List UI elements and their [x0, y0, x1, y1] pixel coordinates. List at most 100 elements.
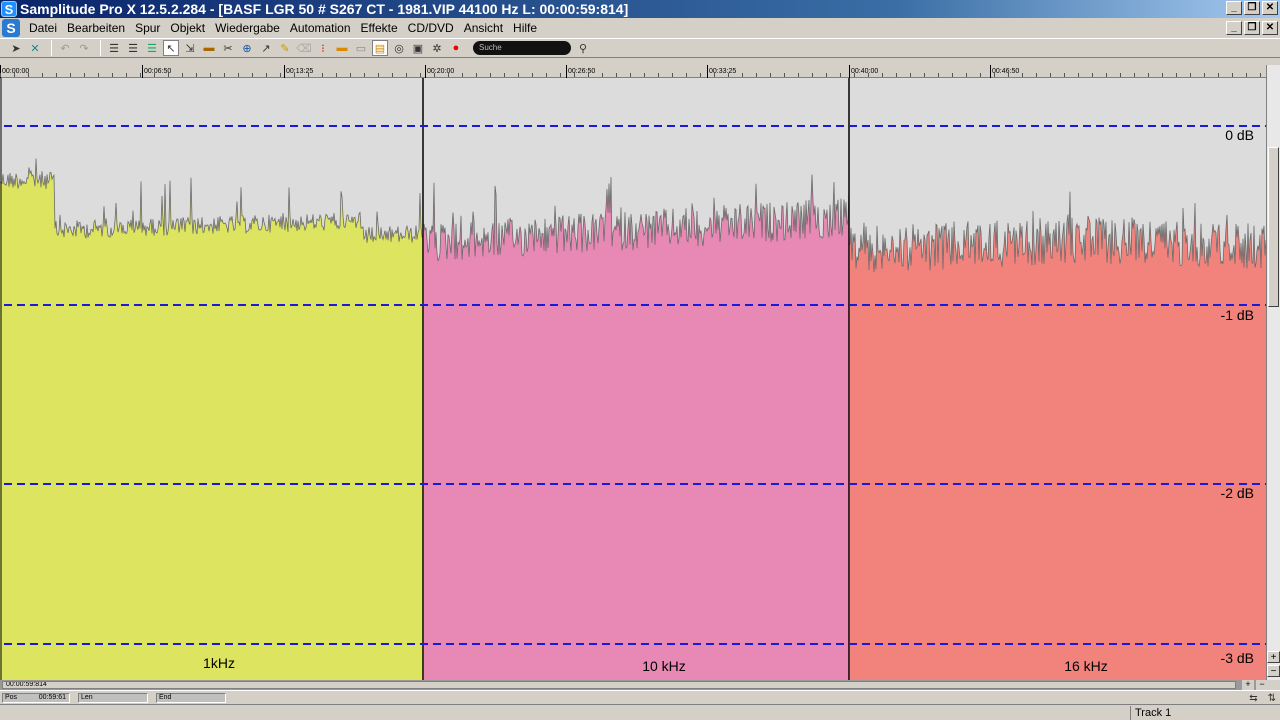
ruler-minor-tick — [224, 73, 225, 77]
select-tool-icon[interactable]: ↖ — [163, 40, 179, 56]
settings-icon[interactable]: ✲ — [429, 40, 445, 56]
segment-label-16khz: 16 kHz — [1064, 658, 1108, 674]
menu-automation[interactable]: Automation — [285, 21, 356, 35]
zoom-in-horizontal-icon[interactable]: + — [1242, 680, 1254, 690]
vertical-scroll-thumb[interactable] — [1268, 147, 1279, 307]
status-icons: ⇆ ⇅ — [1249, 693, 1276, 704]
pencil-tool-icon[interactable]: ✎ — [277, 40, 293, 56]
menu-logo-icon[interactable]: S — [2, 19, 20, 37]
crossfade-icon[interactable]: ✕ — [27, 40, 43, 56]
ruler-label: 00:33:25 — [709, 68, 737, 75]
ruler-minor-tick — [938, 73, 939, 77]
ruler-minor-tick — [1106, 73, 1107, 77]
ruler-minor-tick — [826, 73, 827, 77]
doc-minimize-icon[interactable]: _ — [1226, 21, 1242, 35]
ruler-minor-tick — [294, 73, 295, 77]
loop-icon[interactable]: ◎ — [391, 40, 407, 56]
ruler-minor-tick — [1190, 73, 1191, 77]
ruler-minor-tick — [784, 73, 785, 77]
ruler-minor-tick — [392, 73, 393, 77]
ruler-minor-tick — [378, 73, 379, 77]
pointer-icon[interactable]: ➤ — [8, 40, 24, 56]
ruler-minor-tick — [882, 73, 883, 77]
list-icon[interactable]: ☰ — [106, 40, 122, 56]
len-field[interactable]: Len — [78, 693, 148, 703]
menu-ansicht[interactable]: Ansicht — [459, 21, 508, 35]
cut-tool-icon[interactable]: ✂ — [220, 40, 236, 56]
ruler-minor-tick — [1078, 73, 1079, 77]
ruler-minor-tick — [406, 73, 407, 77]
vertical-scrollbar[interactable]: + − — [1266, 65, 1280, 680]
list-icon[interactable]: ☰ — [125, 40, 141, 56]
ruler-minor-tick — [868, 73, 869, 77]
ruler-minor-tick — [238, 73, 239, 77]
ruler-minor-tick — [210, 73, 211, 77]
ruler-minor-tick — [532, 73, 533, 77]
color-tool-icon[interactable]: ▬ — [334, 40, 350, 56]
ruler-minor-tick — [644, 73, 645, 77]
title-bar: S Samplitude Pro X 12.5.2.284 - [BASF LG… — [0, 0, 1280, 18]
ruler-minor-tick — [1260, 73, 1261, 77]
zoom-out-vertical-icon[interactable]: − — [1267, 665, 1280, 677]
ruler-minor-tick — [966, 73, 967, 77]
pos-field[interactable]: Pos 00:59:61 — [2, 693, 70, 703]
object-edit-icon[interactable]: ▤ — [372, 40, 388, 56]
ruler-minor-tick — [672, 73, 673, 77]
ruler-minor-tick — [994, 73, 995, 77]
app-logo-icon: S — [1, 1, 17, 17]
eraser-tool-icon[interactable]: ⌫ — [296, 40, 312, 56]
updown-icon[interactable]: ⇅ — [1268, 693, 1276, 704]
list-selected-icon[interactable]: ☰ — [144, 40, 160, 56]
marker-tool-icon[interactable]: ⁝ — [315, 40, 331, 56]
menu-bearbeiten[interactable]: Bearbeiten — [62, 21, 130, 35]
ruler-minor-tick — [182, 73, 183, 77]
zoom-in-vertical-icon[interactable]: + — [1267, 651, 1280, 663]
monitor-icon[interactable]: ▣ — [410, 40, 426, 56]
horizontal-scrollbar[interactable]: 00:00:59:814 — [0, 680, 1266, 690]
search-input[interactable]: Suche — [473, 41, 571, 55]
ruler-minor-tick — [28, 73, 29, 77]
ruler-minor-tick — [686, 73, 687, 77]
doc-close-icon[interactable]: ✕ — [1262, 21, 1278, 35]
ruler-minor-tick — [616, 73, 617, 77]
menu-wiedergabe[interactable]: Wiedergabe — [210, 21, 285, 35]
ruler-minor-tick — [1120, 73, 1121, 77]
ruler-minor-tick — [70, 73, 71, 77]
waveform-view[interactable]: 1kHz 10 kHz 16 kHz 0 dB -1 dB -2 dB -3 d… — [0, 78, 1266, 680]
close-icon[interactable]: ✕ — [1262, 1, 1278, 15]
doc-restore-icon[interactable]: ❐ — [1244, 21, 1260, 35]
scrub-tool-icon[interactable]: ↗ — [258, 40, 274, 56]
object-tool-icon[interactable]: ▬ — [201, 40, 217, 56]
magnifier-icon[interactable]: ⚲ — [575, 40, 591, 56]
envelope-tool-icon[interactable]: ▭ — [353, 40, 369, 56]
horizontal-scroll-thumb[interactable]: 00:00:59:814 — [2, 681, 1236, 689]
sync-icon[interactable]: ⇆ — [1249, 693, 1257, 704]
menu-objekt[interactable]: Objekt — [165, 21, 210, 35]
menu-datei[interactable]: Datei — [24, 21, 62, 35]
app-window: S Samplitude Pro X 12.5.2.284 - [BASF LG… — [0, 0, 1280, 720]
ruler-minor-tick — [98, 73, 99, 77]
ruler-minor-tick — [112, 73, 113, 77]
zoom-tool-icon[interactable]: ⊕ — [239, 40, 255, 56]
end-field[interactable]: End — [156, 693, 226, 703]
minimize-icon[interactable]: _ — [1226, 1, 1242, 15]
ruler-minor-tick — [56, 73, 57, 77]
menu-effekte[interactable]: Effekte — [356, 21, 403, 35]
ruler-minor-tick — [742, 73, 743, 77]
db-label-3: -3 dB — [1220, 650, 1254, 666]
zoom-out-horizontal-icon[interactable]: − — [1256, 680, 1268, 690]
restore-icon[interactable]: ❐ — [1244, 1, 1260, 15]
segment-label-10khz: 10 kHz — [642, 658, 686, 674]
menu-cd-dvd[interactable]: CD/DVD — [403, 21, 459, 35]
ruler-minor-tick — [560, 73, 561, 77]
ruler-minor-tick — [1092, 73, 1093, 77]
range-tool-icon[interactable]: ⇲ — [182, 40, 198, 56]
undo-icon[interactable]: ↶ — [57, 40, 73, 56]
ruler-minor-tick — [602, 73, 603, 77]
time-ruler[interactable]: 00:00:00 00:06:50 00:13:25 00:20:00 00:2… — [0, 65, 1266, 78]
ruler-minor-tick — [154, 73, 155, 77]
menu-spur[interactable]: Spur — [130, 21, 165, 35]
redo-icon[interactable]: ↷ — [76, 40, 92, 56]
menu-hilfe[interactable]: Hilfe — [508, 21, 542, 35]
record-icon[interactable]: ● — [448, 40, 464, 56]
